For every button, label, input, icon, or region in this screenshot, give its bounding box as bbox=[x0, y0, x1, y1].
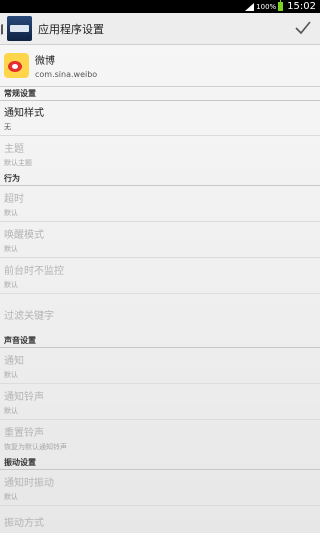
pref-theme[interactable]: 主题 默认主题 bbox=[0, 136, 320, 172]
section-header-general: 常规设置 bbox=[0, 87, 320, 101]
pref-title: 通知 bbox=[4, 355, 24, 367]
pref-title: 通知铃声 bbox=[4, 391, 44, 403]
pref-title: 前台时不监控 bbox=[4, 265, 64, 277]
weibo-icon bbox=[4, 53, 29, 78]
pref-summary: 默认 bbox=[4, 280, 18, 289]
signal-icon bbox=[245, 2, 255, 11]
app-header: 微博 com.sina.weibo bbox=[0, 45, 320, 87]
app-name: 微博 bbox=[35, 56, 55, 67]
pref-filter-keywords[interactable]: 过滤关键字 bbox=[0, 294, 320, 334]
pref-summary: 恢复为默认通知铃声 bbox=[4, 443, 67, 451]
app-package: com.sina.weibo bbox=[35, 70, 98, 79]
pref-no-foreground-monitor[interactable]: 前台时不监控 默认 bbox=[0, 258, 320, 294]
pref-title: 通知样式 bbox=[4, 108, 44, 119]
pref-summary: 无 bbox=[4, 123, 11, 131]
section-header-sound: 声音设置 bbox=[0, 334, 320, 348]
pref-summary: 默认 bbox=[4, 406, 18, 415]
pref-vibrate-mode[interactable]: 振动方式 bbox=[0, 506, 320, 533]
status-bar: 100% 15:02 bbox=[0, 0, 320, 13]
pref-title: 唤醒模式 bbox=[4, 229, 44, 241]
pref-timeout[interactable]: 超时 默认 bbox=[0, 186, 320, 222]
pref-summary: 默认 bbox=[4, 244, 18, 253]
check-icon[interactable] bbox=[294, 19, 312, 37]
pref-notification-ringtone[interactable]: 通知铃声 默认 bbox=[0, 384, 320, 420]
pref-title: 超时 bbox=[4, 193, 24, 205]
clock: 15:02 bbox=[287, 1, 316, 12]
pref-summary: 默认 bbox=[4, 492, 18, 501]
pref-summary: 默认主题 bbox=[4, 159, 32, 167]
pref-summary: 默认 bbox=[4, 208, 18, 217]
pref-title: 重置铃声 bbox=[4, 428, 44, 439]
pref-vibrate-on-notify[interactable]: 通知时振动 默认 bbox=[0, 470, 320, 506]
pref-notify[interactable]: 通知 默认 bbox=[0, 348, 320, 384]
pref-title: 通知时振动 bbox=[4, 477, 54, 489]
pref-reset-ringtone[interactable]: 重置铃声 恢复为默认通知铃声 bbox=[0, 420, 320, 456]
page-title: 应用程序设置 bbox=[38, 22, 104, 36]
pref-title: 主题 bbox=[4, 144, 24, 155]
section-header-behavior: 行为 bbox=[0, 172, 320, 186]
pref-title: 过滤关键字 bbox=[4, 310, 54, 322]
pref-wake-mode[interactable]: 唤醒模式 默认 bbox=[0, 222, 320, 258]
section-header-vibration: 振动设置 bbox=[0, 456, 320, 470]
battery-percent: 100% bbox=[256, 2, 277, 11]
action-bar: 应用程序设置 bbox=[0, 13, 320, 45]
app-logo-icon[interactable] bbox=[7, 16, 32, 41]
pref-summary: 默认 bbox=[4, 370, 18, 379]
battery-icon bbox=[278, 0, 284, 11]
pref-title: 振动方式 bbox=[4, 517, 44, 529]
up-caret-icon[interactable] bbox=[1, 22, 5, 35]
pref-notification-style[interactable]: 通知样式 无 bbox=[0, 101, 320, 136]
